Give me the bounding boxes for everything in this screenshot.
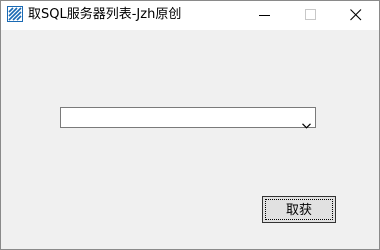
cancel-button-label: 取获: [285, 202, 312, 217]
minimize-button[interactable]: [242, 1, 288, 30]
app-icon[interactable]: [7, 6, 23, 22]
minimize-icon: [259, 15, 270, 16]
close-icon: [350, 9, 362, 21]
window-title: 取SQL服务器列表-Jzh原创: [28, 7, 182, 22]
chevron-down-icon[interactable]: [302, 114, 311, 133]
close-button[interactable]: [333, 1, 379, 30]
maximize-icon: [305, 9, 316, 20]
main-window: 取SQL服务器列表-Jzh原创 取获: [0, 0, 380, 250]
title-bar[interactable]: 取SQL服务器列表-Jzh原创: [1, 1, 379, 30]
cancel-button[interactable]: 取获: [262, 196, 336, 223]
maximize-button[interactable]: [288, 1, 334, 30]
server-list-combobox[interactable]: [60, 107, 316, 129]
client-area: 取获: [1, 30, 379, 249]
